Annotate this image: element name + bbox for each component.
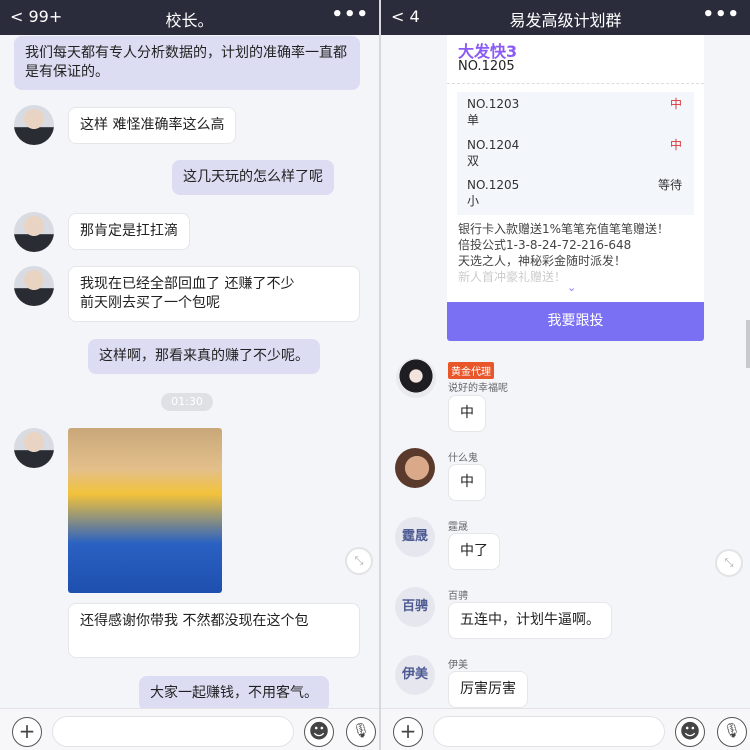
avatar[interactable]: [14, 428, 54, 468]
issue-no: NO.1203: [467, 97, 520, 111]
avatar[interactable]: [14, 266, 54, 306]
avatar[interactable]: [14, 105, 54, 145]
history-row: NO.1205 等待小: [467, 177, 682, 209]
role-badge: 黄金代理: [448, 362, 494, 379]
chat-title: 校长。: [165, 11, 214, 30]
status: 中: [669, 138, 682, 152]
right-chat-panel: 大发快3 NO.1205 NO.1203 中单 NO.1204 中双 NO.1205…: [381, 0, 750, 750]
plus-icon[interactable]: +: [12, 717, 42, 747]
message-bubble: 厉害厉害: [448, 671, 528, 708]
sender-name: 说好的幸福呢: [448, 383, 508, 394]
timestamp: 01:30: [161, 393, 213, 411]
message-bubble: 我现在已经全部回血了 还赚了不少 前天刚去买了一个包呢: [68, 266, 360, 322]
follow-bet-button[interactable]: 我要跟投: [447, 302, 704, 341]
avatar[interactable]: 霆晟: [395, 517, 435, 557]
shrink-icon[interactable]: ⤡: [715, 549, 743, 577]
message-bubble: 这样啊，那看来真的赚了不少呢。: [88, 339, 320, 374]
history-row: NO.1203 中单: [467, 96, 682, 128]
message-bubble: 中: [448, 395, 486, 432]
sender-name: 什么鬼: [448, 453, 478, 464]
sender-name: 伊美: [448, 660, 468, 671]
avatar[interactable]: [14, 212, 54, 252]
more-icon[interactable]: •••: [331, 4, 369, 25]
message-input[interactable]: [433, 716, 665, 747]
message-bubble: 我们每天都有专人分析数据的，计划的准确率一直都是有保证的。: [14, 36, 360, 90]
promo-line: 新人首冲豪礼赠送！: [458, 270, 567, 284]
promo-line: 天选之人，神秘彩金随时派发！: [458, 254, 627, 268]
issue-no: NO.1204: [467, 138, 520, 152]
plan-card: 大发快3 NO.1205 NO.1203 中单 NO.1204 中双 NO.1205…: [447, 35, 704, 302]
plus-icon[interactable]: +: [393, 717, 423, 747]
photo-message[interactable]: [68, 428, 222, 593]
chat-header: < 99+ 校长。 •••: [0, 0, 379, 35]
input-bar: + ☻ 🎙: [0, 708, 379, 750]
left-chat-panel: < 99+ 校长。 ••• 我们每天都有专人分析数据的，计划的准确率一直都是有保…: [0, 0, 379, 750]
message-bubble: 那肯定是扛扛滴: [68, 213, 190, 250]
card-number: NO.1205: [458, 59, 515, 74]
issue-no: NO.1205: [467, 178, 520, 192]
promo-line: 银行卡入款赠送1%笔笔充值笔笔赠送！: [458, 222, 670, 236]
emoji-icon[interactable]: ☻: [675, 717, 705, 747]
emoji-icon[interactable]: ☻: [304, 717, 334, 747]
promo-line: 倍投公式1-3-8-24-72-216-648: [458, 238, 632, 252]
avatar[interactable]: 伊美: [395, 655, 435, 695]
message-input[interactable]: [52, 716, 294, 747]
message-bubble: 中: [448, 464, 486, 501]
input-bar: + ☻ 🎙: [381, 708, 750, 750]
pick: 双: [467, 154, 480, 168]
scrollbar[interactable]: [746, 320, 750, 368]
mic-icon[interactable]: 🎙: [717, 717, 747, 747]
status: 中: [669, 97, 682, 111]
sender-name: 百骋: [448, 591, 468, 602]
message-bubble: 大家一起赚钱，不用客气。: [139, 676, 329, 711]
avatar[interactable]: [396, 358, 436, 398]
promo-text: 银行卡入款赠送1%笔笔充值笔笔赠送！ 倍投公式1-3-8-24-72-216-6…: [458, 221, 669, 285]
pick: 单: [467, 113, 480, 127]
chat-header: < 4 易发高级计划群 •••: [381, 0, 750, 35]
message-bubble: 中了: [448, 533, 500, 570]
status: 等待: [657, 178, 682, 192]
chat-title: 易发高级计划群: [509, 11, 622, 30]
more-icon[interactable]: •••: [702, 4, 740, 25]
message-bubble: 还得感谢你带我 不然都没现在这个包: [68, 603, 360, 658]
message-bubble: 五连中，计划牛逼啊。: [448, 602, 612, 639]
mic-icon[interactable]: 🎙: [346, 717, 376, 747]
avatar[interactable]: [395, 448, 435, 488]
avatar[interactable]: 百骋: [395, 587, 435, 627]
message-bubble: 这几天玩的怎么样了呢: [172, 160, 334, 195]
pick: 小: [467, 194, 480, 208]
shrink-icon[interactable]: ⤡: [345, 547, 373, 575]
history-row: NO.1204 中双: [467, 137, 682, 169]
history-list: NO.1203 中单 NO.1204 中双 NO.1205 等待小: [457, 92, 694, 215]
divider: [447, 83, 704, 84]
message-bubble: 这样 难怪准确率这么高: [68, 107, 237, 144]
sender-name: 霆晟: [448, 522, 468, 533]
chevron-down-icon[interactable]: ⌄: [567, 281, 576, 294]
